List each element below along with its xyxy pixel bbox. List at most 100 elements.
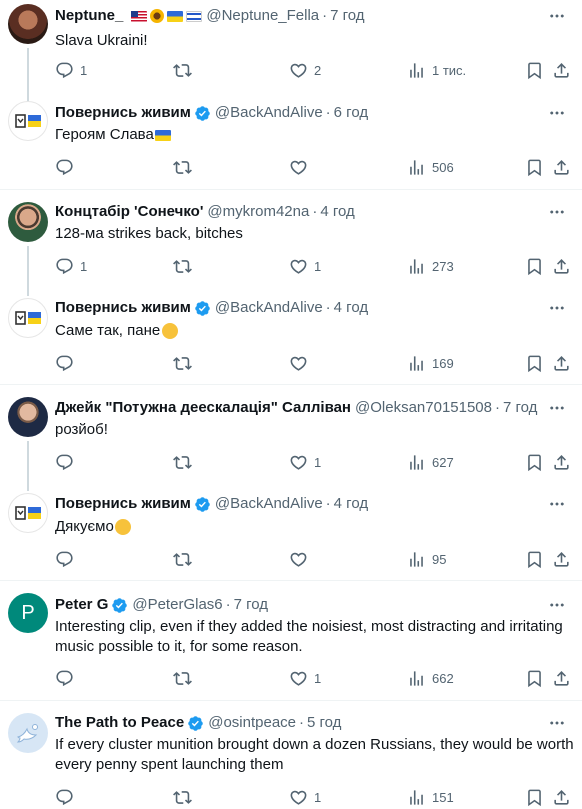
share-button[interactable] [552,787,571,807]
bookmark-icon [525,257,544,276]
reply-button[interactable]: 1 [55,60,87,80]
like-button[interactable]: 1 [289,256,321,276]
more-icon[interactable] [548,104,566,122]
reply-button[interactable]: 1 [55,256,87,276]
more-icon[interactable] [548,399,566,417]
timestamp[interactable]: 6 год [334,103,368,123]
author-handle[interactable]: @Neptune_Fella [206,6,319,26]
retweet-button[interactable] [173,787,198,807]
tweet-backandalive-3[interactable]: Повернись живим @BackAndAlive · 4 год Дя… [0,488,582,580]
like-button[interactable] [289,353,314,373]
more-icon[interactable] [548,299,566,317]
author-name[interactable]: Концтабір 'Сонечко' [55,202,203,222]
retweet-button[interactable] [173,668,198,688]
views-button[interactable]: 506 [407,157,454,177]
tweet-neptune[interactable]: Neptune_ @Neptune_Fella · 7 год Slava Uk… [0,0,582,103]
author-name[interactable]: Peter G [55,595,108,615]
retweet-icon [173,158,192,177]
more-icon[interactable] [548,714,566,732]
avatar[interactable] [8,493,48,533]
author-handle[interactable]: @osintpeace [208,713,296,733]
timestamp[interactable]: 4 год [334,494,368,514]
retweet-button[interactable] [173,353,198,373]
timestamp[interactable]: 4 год [320,202,354,222]
like-button[interactable]: 1 [289,787,321,807]
bookmark-button[interactable] [525,452,544,472]
reply-button[interactable] [55,787,80,807]
tweet-backandalive-1[interactable]: Повернись живим @BackAndAlive · 6 год Ге… [0,97,582,189]
like-button[interactable]: 2 [289,60,321,80]
reply-button[interactable] [55,452,80,472]
reply-button[interactable] [55,549,80,569]
views-button[interactable]: 151 [407,787,454,807]
views-button[interactable]: 627 [407,452,454,472]
author-handle[interactable]: @PeterGlas6 [132,595,222,615]
retweet-button[interactable] [173,256,198,276]
views-button[interactable]: 95 [407,549,446,569]
share-button[interactable] [552,668,571,688]
tweet-pathtopeace[interactable]: The Path to Peace @osintpeace · 5 год If… [0,701,582,809]
avatar[interactable] [8,101,48,141]
share-button[interactable] [552,549,571,569]
more-icon[interactable] [548,7,566,25]
tweet-peterg[interactable]: P Peter G @PeterGlas6 · 7 год Interestin… [0,581,582,700]
author-name[interactable]: Повернись живим [55,103,191,123]
retweet-button[interactable] [173,452,198,472]
author-name[interactable]: The Path to Peace [55,713,184,733]
share-button[interactable] [552,60,571,80]
tweet-sullivan[interactable]: Джейк "Потужна деескалація" Салліван @Ol… [0,385,582,491]
like-button[interactable] [289,549,314,569]
bookmark-button[interactable] [525,549,544,569]
author-handle[interactable]: @BackAndAlive [215,494,323,514]
author-handle[interactable]: @BackAndAlive [215,103,323,123]
reply-button[interactable] [55,668,80,688]
views-button[interactable]: 1 тис. [407,60,466,80]
share-button[interactable] [552,256,571,276]
author-name[interactable]: Повернись живим [55,494,191,514]
timestamp[interactable]: 7 год [503,398,537,418]
bookmark-button[interactable] [525,157,544,177]
separator-dot: · [312,203,318,220]
author-name[interactable]: Neptune_ [55,6,123,26]
more-icon[interactable] [548,495,566,513]
author-handle[interactable]: @mykrom42na [207,202,309,222]
share-button[interactable] [552,353,571,373]
share-button[interactable] [552,452,571,472]
timestamp[interactable]: 4 год [334,298,368,318]
views-button[interactable]: 662 [407,668,454,688]
retweet-button[interactable] [173,549,198,569]
views-button[interactable]: 273 [407,256,454,276]
retweet-button[interactable] [173,60,198,80]
bookmark-button[interactable] [525,256,544,276]
author-handle[interactable]: @Oleksan70151508 [355,398,492,418]
bookmark-button[interactable] [525,353,544,373]
reply-icon [55,61,74,80]
author-name[interactable]: Джейк "Потужна деескалація" Салліван [55,398,351,418]
avatar[interactable] [8,713,48,753]
timestamp[interactable]: 7 год [330,6,364,26]
bookmark-button[interactable] [525,787,544,807]
avatar[interactable] [8,4,48,44]
timestamp[interactable]: 7 год [234,595,268,615]
like-button[interactable] [289,157,314,177]
avatar[interactable] [8,202,48,242]
like-button[interactable]: 1 [289,668,321,688]
avatar[interactable] [8,397,48,437]
tweet-kontstabir[interactable]: Концтабір 'Сонечко' @mykrom42na · 4 год … [0,190,582,296]
tweet-backandalive-2[interactable]: Повернись живим @BackAndAlive · 4 год Са… [0,292,582,384]
reply-button[interactable] [55,157,80,177]
author-name[interactable]: Повернись живим [55,298,191,318]
avatar[interactable] [8,298,48,338]
reply-button[interactable] [55,353,80,373]
like-button[interactable]: 1 [289,452,321,472]
bookmark-button[interactable] [525,668,544,688]
author-handle[interactable]: @BackAndAlive [215,298,323,318]
bookmark-button[interactable] [525,60,544,80]
retweet-button[interactable] [173,157,198,177]
share-button[interactable] [552,157,571,177]
avatar[interactable]: P [8,593,48,633]
more-icon[interactable] [548,596,566,614]
views-button[interactable]: 169 [407,353,454,373]
more-icon[interactable] [548,203,566,221]
timestamp[interactable]: 5 год [307,713,341,733]
